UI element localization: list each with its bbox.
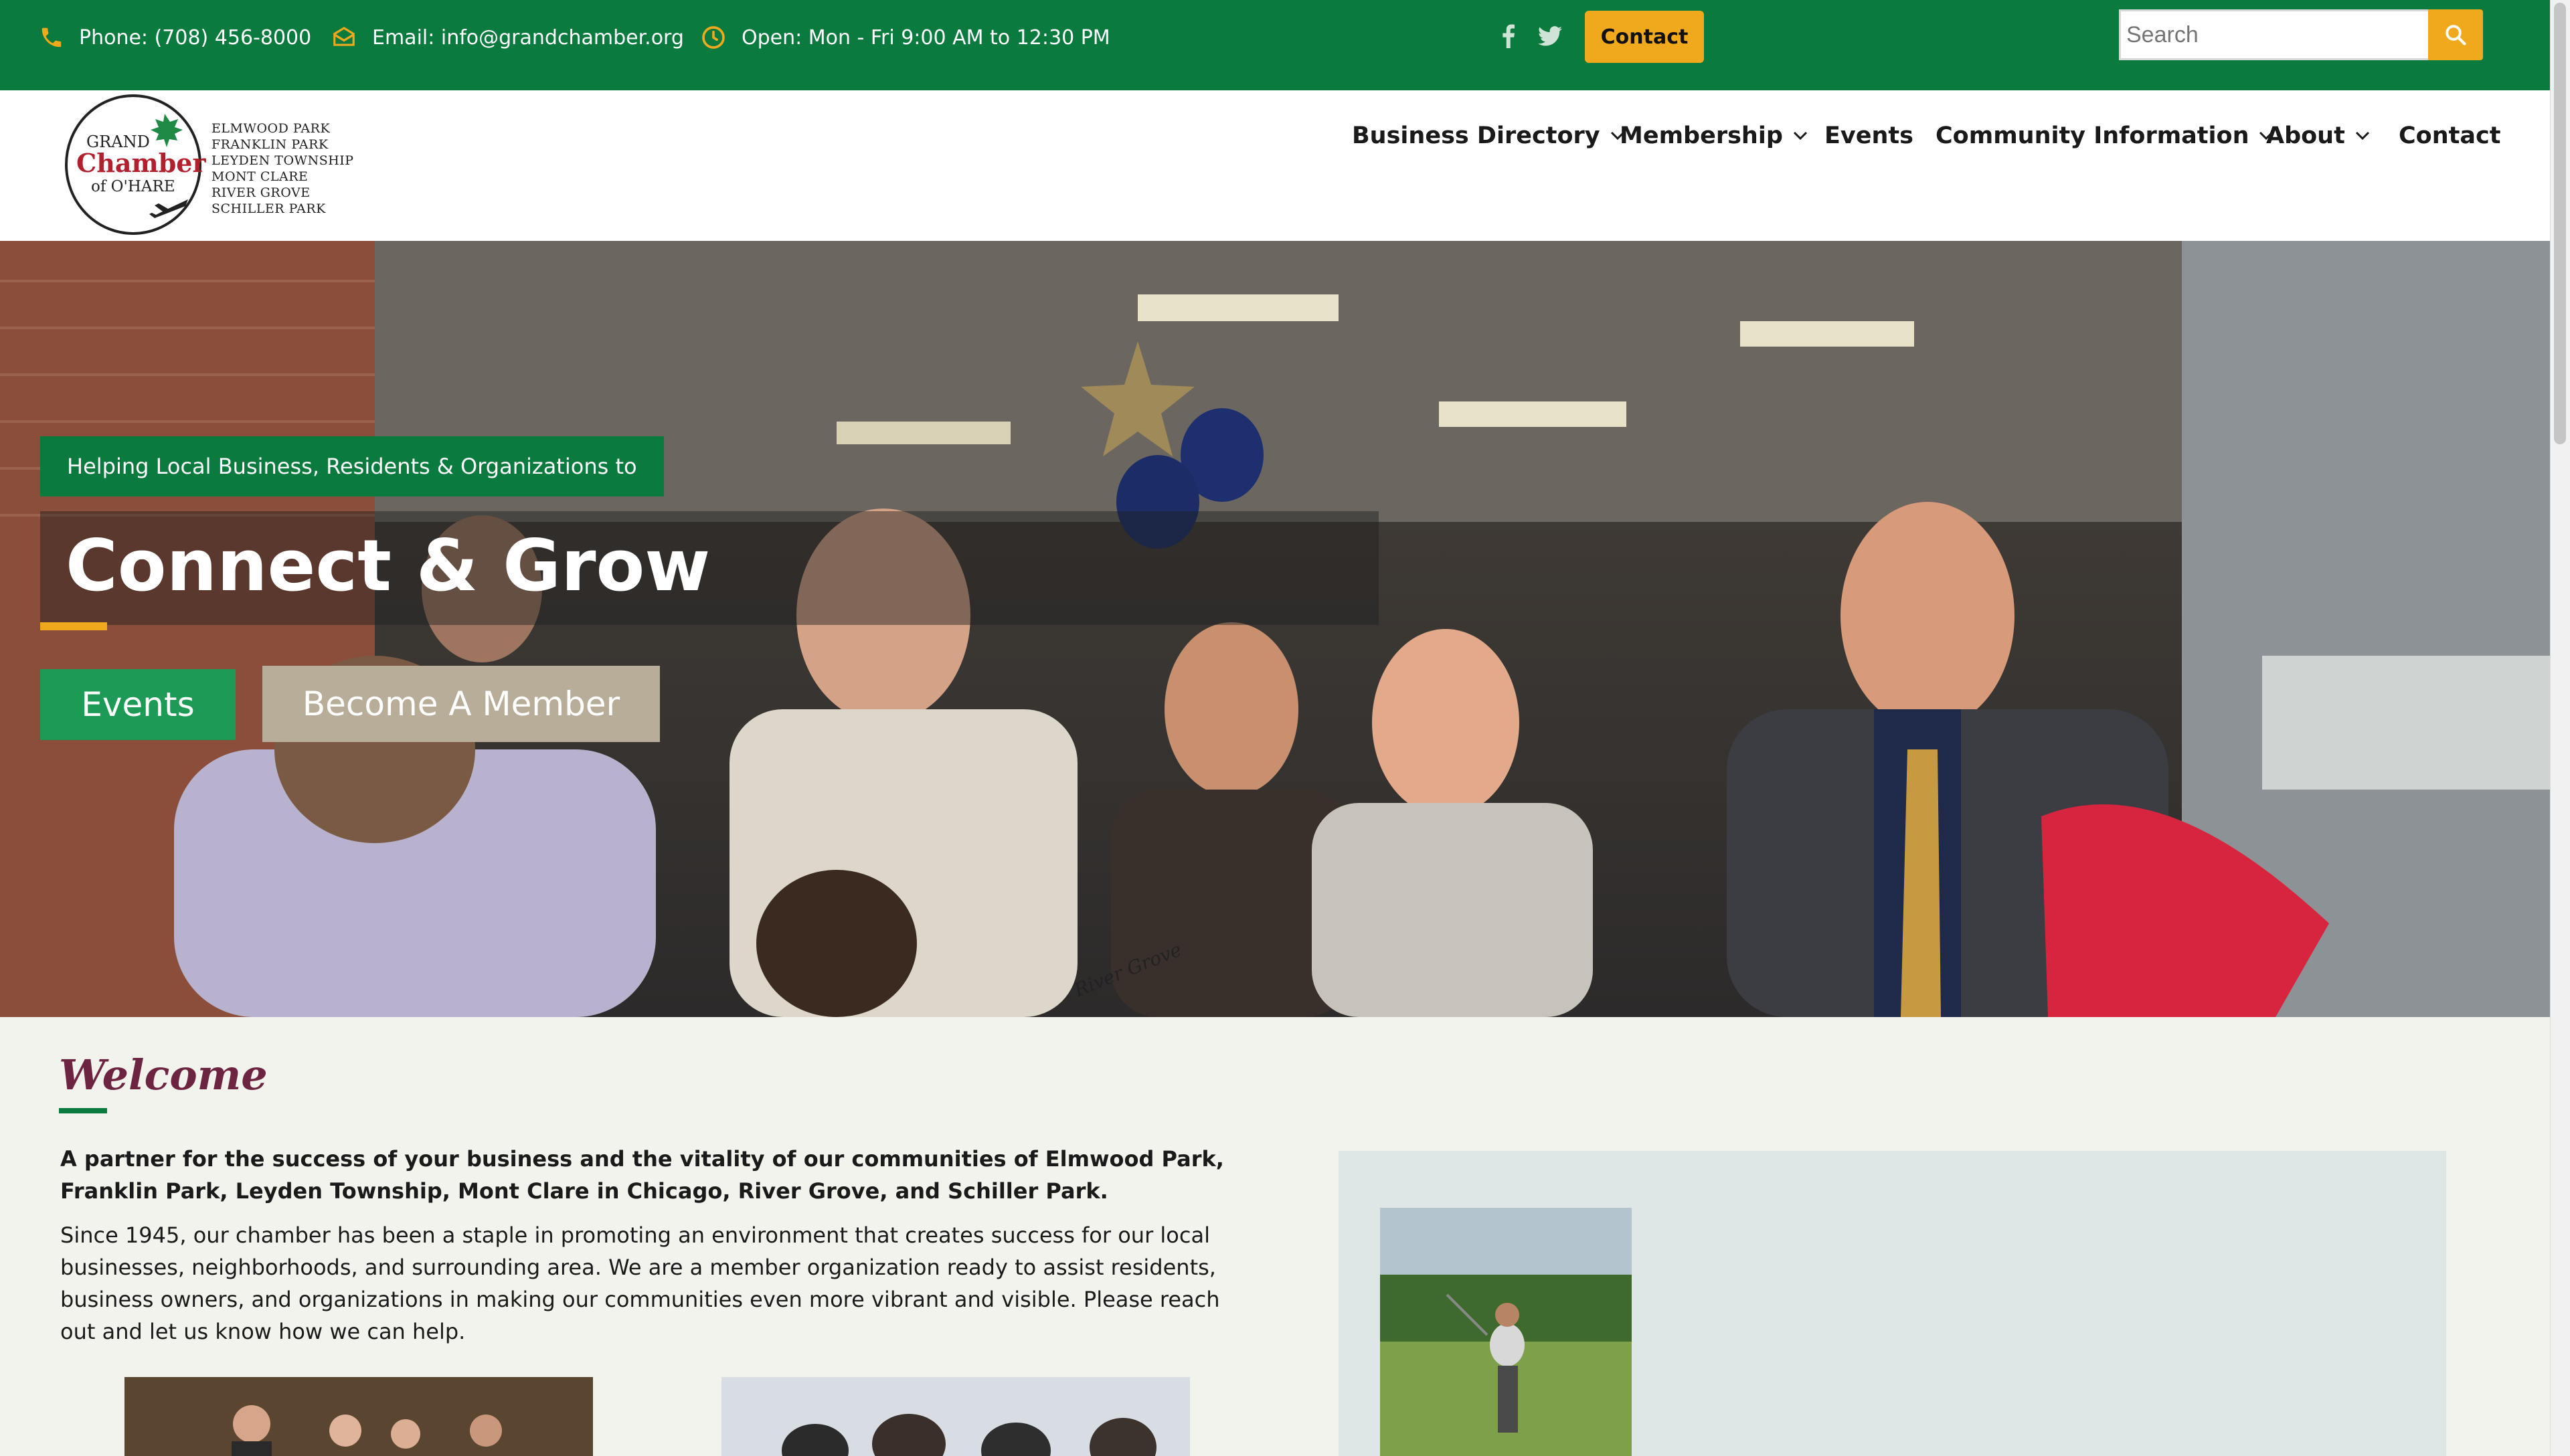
golf-photo[interactable] bbox=[1380, 1208, 1632, 1456]
envelope-icon bbox=[333, 27, 355, 46]
hero-banner: River Grove Helping Local Business, Resi… bbox=[0, 241, 2550, 1017]
facebook-icon[interactable] bbox=[1502, 24, 1515, 48]
nav-label: Community Information bbox=[1936, 122, 2249, 149]
top-bar: Phone: (708) 456-8000 Email: info@grandc… bbox=[0, 0, 2550, 90]
page: Phone: (708) 456-8000 Email: info@grandc… bbox=[0, 0, 2570, 1456]
nav-contact[interactable]: Contact bbox=[2399, 119, 2500, 153]
logo-line3: of O'HARE bbox=[91, 178, 175, 195]
opening-hours: Open: Mon - Fri 9:00 AM to 12:30 PM bbox=[700, 24, 1110, 51]
phone-text: Phone: (708) 456-8000 bbox=[79, 25, 312, 50]
events-button[interactable]: Events bbox=[40, 669, 236, 740]
email-contact[interactable]: Email: info@grandchamber.org bbox=[331, 24, 684, 51]
phone-contact[interactable]: Phone: (708) 456-8000 bbox=[39, 24, 311, 51]
twitter-icon[interactable] bbox=[1538, 26, 1562, 46]
chevron-down-icon bbox=[2355, 131, 2369, 141]
logo-towns: ELMWOOD PARK FRANKLIN PARK LEYDEN TOWNSH… bbox=[211, 120, 354, 217]
event-photo[interactable] bbox=[124, 1377, 593, 1456]
headline-accent bbox=[40, 622, 107, 630]
logo-town: RIVER GROVE bbox=[211, 185, 311, 200]
maple-leaf-icon bbox=[151, 114, 183, 147]
phone-icon bbox=[41, 27, 62, 48]
welcome-lead: A partner for the success of your busine… bbox=[60, 1146, 1224, 1204]
contact-button[interactable]: Contact bbox=[1585, 11, 1704, 63]
email-text: Email: info@grandchamber.org bbox=[372, 25, 684, 50]
meeting-photo-image bbox=[721, 1377, 1190, 1456]
search-button[interactable] bbox=[2428, 9, 2483, 60]
golf-photo-image bbox=[1380, 1208, 1632, 1456]
logo-line2: Chamber bbox=[76, 148, 206, 178]
nav-community-information[interactable]: Community Information bbox=[1936, 119, 2274, 153]
welcome-body: Since 1945, our chamber has been a stapl… bbox=[60, 1222, 1220, 1344]
nav-label: Contact bbox=[2399, 122, 2501, 149]
logo-town: MONT CLARE bbox=[211, 169, 309, 184]
social-links bbox=[1502, 23, 1562, 50]
become-member-button[interactable]: Become A Member bbox=[262, 666, 660, 742]
nav-events[interactable]: Events bbox=[1824, 119, 1913, 153]
welcome-heading: Welcome bbox=[59, 1051, 268, 1099]
welcome-underline bbox=[59, 1108, 107, 1113]
nav-about[interactable]: About bbox=[2266, 119, 2371, 153]
search-input[interactable] bbox=[2119, 9, 2428, 60]
hero-headline: Connect & Grow bbox=[66, 524, 711, 607]
hours-text: Open: Mon - Fri 9:00 AM to 12:30 PM bbox=[742, 25, 1110, 50]
hero-photo: River Grove bbox=[0, 241, 2550, 1017]
clock-icon bbox=[702, 26, 725, 49]
meeting-photo[interactable] bbox=[721, 1377, 1190, 1456]
logo-town: ELMWOOD PARK bbox=[211, 121, 331, 136]
logo-town: LEYDEN TOWNSHIP bbox=[211, 153, 354, 168]
logo-town: SCHILLER PARK bbox=[211, 201, 326, 216]
hero-tagline: Helping Local Business, Residents & Orga… bbox=[40, 436, 664, 496]
nav-label: Membership bbox=[1620, 122, 1783, 149]
nav-label: Events bbox=[1824, 122, 1913, 149]
site-header bbox=[0, 90, 2550, 241]
airplane-icon bbox=[149, 199, 188, 218]
chevron-down-icon bbox=[1793, 131, 1807, 141]
search-form bbox=[2119, 9, 2483, 60]
event-photo-image bbox=[124, 1377, 593, 1456]
nav-business-directory[interactable]: Business Directory bbox=[1352, 119, 1626, 153]
search-icon bbox=[2446, 25, 2466, 46]
nav-label: Business Directory bbox=[1352, 122, 1600, 149]
nav-membership[interactable]: Membership bbox=[1620, 119, 1808, 153]
scrollbar-thumb[interactable] bbox=[2554, 3, 2566, 444]
logo-town: FRANKLIN PARK bbox=[211, 137, 329, 152]
nav-label: About bbox=[2266, 122, 2345, 149]
